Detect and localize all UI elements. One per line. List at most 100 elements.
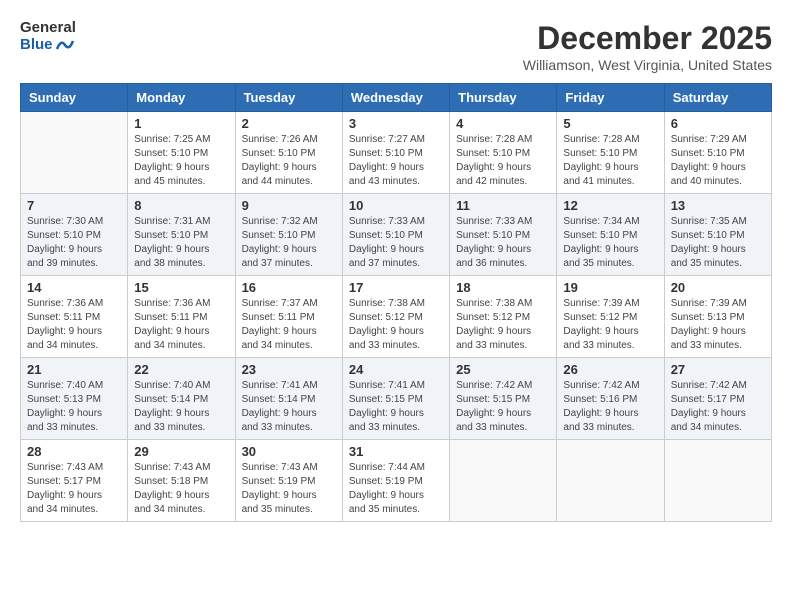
day-info: Sunrise: 7:39 AM Sunset: 5:12 PM Dayligh… bbox=[563, 297, 657, 353]
header-sunday: Sunday bbox=[21, 84, 128, 112]
day-number: 14 bbox=[27, 280, 121, 295]
day-number: 15 bbox=[134, 280, 228, 295]
day-number: 12 bbox=[563, 198, 657, 213]
day-info: Sunrise: 7:38 AM Sunset: 5:12 PM Dayligh… bbox=[456, 297, 550, 353]
day-info: Sunrise: 7:43 AM Sunset: 5:17 PM Dayligh… bbox=[27, 461, 121, 517]
day-number: 11 bbox=[456, 198, 550, 213]
table-row: 5 Sunrise: 7:28 AM Sunset: 5:10 PM Daylig… bbox=[557, 112, 664, 194]
table-row bbox=[664, 440, 771, 522]
day-number: 23 bbox=[242, 362, 336, 377]
day-number: 25 bbox=[456, 362, 550, 377]
header-wednesday: Wednesday bbox=[342, 84, 449, 112]
table-row: 18Sunrise: 7:38 AM Sunset: 5:12 PM Dayli… bbox=[450, 276, 557, 358]
day-info: Sunrise: 7:42 AM Sunset: 5:15 PM Dayligh… bbox=[456, 379, 550, 435]
day-info: Sunrise: 7:29 AM Sunset: 5:10 PM Dayligh… bbox=[671, 133, 765, 189]
day-info: Sunrise: 7:41 AM Sunset: 5:15 PM Dayligh… bbox=[349, 379, 443, 435]
day-info: Sunrise: 7:44 AM Sunset: 5:19 PM Dayligh… bbox=[349, 461, 443, 517]
logo-general: General bbox=[20, 20, 76, 37]
table-row: 31Sunrise: 7:44 AM Sunset: 5:19 PM Dayli… bbox=[342, 440, 449, 522]
table-row: 12 Sunrise: 7:34 AM Sunset: 5:10 PM Dayli… bbox=[557, 194, 664, 276]
day-info: Sunrise: 7:41 AM Sunset: 5:14 PM Dayligh… bbox=[242, 379, 336, 435]
day-info: Sunrise: 7:28 AM Sunset: 5:10 PM Dayligh… bbox=[456, 133, 550, 189]
table-row: 8 Sunrise: 7:31 AM Sunset: 5:10 PM Daylig… bbox=[128, 194, 235, 276]
header-saturday: Saturday bbox=[664, 84, 771, 112]
day-info: Sunrise: 7:32 AM Sunset: 5:10 PM Dayligh… bbox=[242, 215, 336, 271]
day-info: Sunrise: 7:42 AM Sunset: 5:17 PM Dayligh… bbox=[671, 379, 765, 435]
table-row: 10 Sunrise: 7:33 AM Sunset: 5:10 PM Dayli… bbox=[342, 194, 449, 276]
logo-container: General Blue bbox=[20, 20, 76, 53]
day-info: Sunrise: 7:40 AM Sunset: 5:14 PM Dayligh… bbox=[134, 379, 228, 435]
day-number: 21 bbox=[27, 362, 121, 377]
table-row: 9 Sunrise: 7:32 AM Sunset: 5:10 PM Daylig… bbox=[235, 194, 342, 276]
day-info: Sunrise: 7:33 AM Sunset: 5:10 PM Dayligh… bbox=[456, 215, 550, 271]
day-info: Sunrise: 7:26 AM Sunset: 5:10 PM Dayligh… bbox=[242, 133, 336, 189]
day-info: Sunrise: 7:27 AM Sunset: 5:10 PM Dayligh… bbox=[349, 133, 443, 189]
day-number: 28 bbox=[27, 444, 121, 459]
day-info: Sunrise: 7:31 AM Sunset: 5:10 PM Dayligh… bbox=[134, 215, 228, 271]
table-row bbox=[450, 440, 557, 522]
header-tuesday: Tuesday bbox=[235, 84, 342, 112]
calendar-week-row: 1 Sunrise: 7:25 AM Sunset: 5:10 PM Daylig… bbox=[21, 112, 772, 194]
table-row: 14 Sunrise: 7:36 AM Sunset: 5:11 PM Dayli… bbox=[21, 276, 128, 358]
day-info: Sunrise: 7:37 AM Sunset: 5:11 PM Dayligh… bbox=[242, 297, 336, 353]
day-number: 5 bbox=[563, 116, 657, 131]
day-info: Sunrise: 7:39 AM Sunset: 5:13 PM Dayligh… bbox=[671, 297, 765, 353]
day-number: 26 bbox=[563, 362, 657, 377]
table-row: 19 Sunrise: 7:39 AM Sunset: 5:12 PM Dayli… bbox=[557, 276, 664, 358]
table-row: 17Sunrise: 7:38 AM Sunset: 5:12 PM Dayli… bbox=[342, 276, 449, 358]
month-title: December 2025 bbox=[523, 20, 772, 57]
day-number: 19 bbox=[563, 280, 657, 295]
title-section: December 2025 Williamson, West Virginia,… bbox=[523, 20, 772, 73]
table-row: 7 Sunrise: 7:30 AM Sunset: 5:10 PM Daylig… bbox=[21, 194, 128, 276]
table-row: 26 Sunrise: 7:42 AM Sunset: 5:16 PM Dayli… bbox=[557, 358, 664, 440]
table-row: 25 Sunrise: 7:42 AM Sunset: 5:15 PM Dayli… bbox=[450, 358, 557, 440]
day-number: 1 bbox=[134, 116, 228, 131]
day-number: 2 bbox=[242, 116, 336, 131]
table-row bbox=[21, 112, 128, 194]
day-info: Sunrise: 7:43 AM Sunset: 5:19 PM Dayligh… bbox=[242, 461, 336, 517]
day-number: 8 bbox=[134, 198, 228, 213]
day-info: Sunrise: 7:33 AM Sunset: 5:10 PM Dayligh… bbox=[349, 215, 443, 271]
day-number: 4 bbox=[456, 116, 550, 131]
day-number: 3 bbox=[349, 116, 443, 131]
day-info: Sunrise: 7:28 AM Sunset: 5:10 PM Dayligh… bbox=[563, 133, 657, 189]
table-row: 13 Sunrise: 7:35 AM Sunset: 5:10 PM Dayli… bbox=[664, 194, 771, 276]
table-row: 6 Sunrise: 7:29 AM Sunset: 5:10 PM Daylig… bbox=[664, 112, 771, 194]
table-row: 3 Sunrise: 7:27 AM Sunset: 5:10 PM Daylig… bbox=[342, 112, 449, 194]
table-row: 30Sunrise: 7:43 AM Sunset: 5:19 PM Dayli… bbox=[235, 440, 342, 522]
table-row: 4 Sunrise: 7:28 AM Sunset: 5:10 PM Daylig… bbox=[450, 112, 557, 194]
calendar-week-row: 28 Sunrise: 7:43 AM Sunset: 5:17 PM Dayli… bbox=[21, 440, 772, 522]
calendar-week-row: 14 Sunrise: 7:36 AM Sunset: 5:11 PM Dayli… bbox=[21, 276, 772, 358]
table-row: 15 Sunrise: 7:36 AM Sunset: 5:11 PM Dayli… bbox=[128, 276, 235, 358]
day-number: 7 bbox=[27, 198, 121, 213]
calendar-header-row: Sunday Monday Tuesday Wednesday Thursday… bbox=[21, 84, 772, 112]
table-row: 21 Sunrise: 7:40 AM Sunset: 5:13 PM Dayli… bbox=[21, 358, 128, 440]
day-info: Sunrise: 7:42 AM Sunset: 5:16 PM Dayligh… bbox=[563, 379, 657, 435]
day-info: Sunrise: 7:34 AM Sunset: 5:10 PM Dayligh… bbox=[563, 215, 657, 271]
day-info: Sunrise: 7:30 AM Sunset: 5:10 PM Dayligh… bbox=[27, 215, 121, 271]
calendar-week-row: 21 Sunrise: 7:40 AM Sunset: 5:13 PM Dayli… bbox=[21, 358, 772, 440]
header-friday: Friday bbox=[557, 84, 664, 112]
day-info: Sunrise: 7:36 AM Sunset: 5:11 PM Dayligh… bbox=[27, 297, 121, 353]
day-info: Sunrise: 7:35 AM Sunset: 5:10 PM Dayligh… bbox=[671, 215, 765, 271]
table-row bbox=[557, 440, 664, 522]
logo: General Blue bbox=[20, 20, 76, 53]
day-number: 6 bbox=[671, 116, 765, 131]
day-number: 10 bbox=[349, 198, 443, 213]
day-number: 17 bbox=[349, 280, 443, 295]
day-number: 29 bbox=[134, 444, 228, 459]
day-info: Sunrise: 7:40 AM Sunset: 5:13 PM Dayligh… bbox=[27, 379, 121, 435]
day-number: 22 bbox=[134, 362, 228, 377]
table-row: 16Sunrise: 7:37 AM Sunset: 5:11 PM Dayli… bbox=[235, 276, 342, 358]
table-row: 2 Sunrise: 7:26 AM Sunset: 5:10 PM Daylig… bbox=[235, 112, 342, 194]
day-number: 9 bbox=[242, 198, 336, 213]
calendar-week-row: 7 Sunrise: 7:30 AM Sunset: 5:10 PM Daylig… bbox=[21, 194, 772, 276]
day-info: Sunrise: 7:25 AM Sunset: 5:10 PM Dayligh… bbox=[134, 133, 228, 189]
day-info: Sunrise: 7:36 AM Sunset: 5:11 PM Dayligh… bbox=[134, 297, 228, 353]
table-row: 1 Sunrise: 7:25 AM Sunset: 5:10 PM Daylig… bbox=[128, 112, 235, 194]
day-info: Sunrise: 7:43 AM Sunset: 5:18 PM Dayligh… bbox=[134, 461, 228, 517]
logo-text: General Blue bbox=[20, 20, 76, 53]
header-monday: Monday bbox=[128, 84, 235, 112]
logo-wave-icon bbox=[55, 37, 75, 53]
day-number: 13 bbox=[671, 198, 765, 213]
